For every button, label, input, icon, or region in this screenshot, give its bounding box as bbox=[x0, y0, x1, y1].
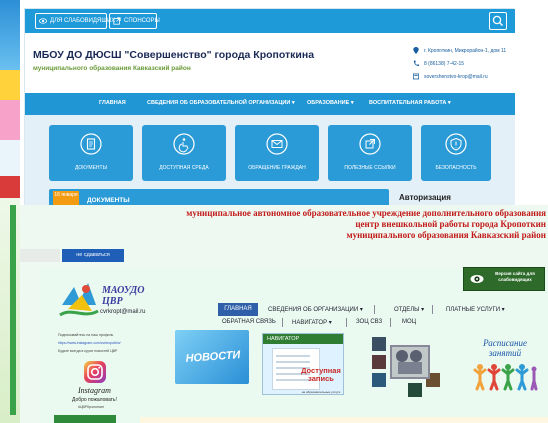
site-title: МБОУ ДО ДЮСШ "Совершенство" города Кропо… bbox=[33, 49, 315, 61]
eye-icon bbox=[39, 18, 47, 24]
hashtag-text: #ЦВРКропоткин bbox=[78, 405, 104, 409]
school-website-top: ДЛЯ СЛАБОВИДЯЩИХ СПОНСОРЫ МБОУ ДО ДЮСШ "… bbox=[24, 8, 515, 219]
email[interactable]: sovershenstvo-krop@mail.ru bbox=[413, 73, 488, 80]
instagram-icon[interactable] bbox=[84, 361, 106, 383]
top-strip bbox=[20, 249, 60, 262]
tile-label: ДОКУМЕНТЫ bbox=[74, 165, 107, 171]
tile-label: БЕЗОПАСНОСТЬ bbox=[435, 165, 477, 171]
menu-separator bbox=[346, 318, 347, 327]
instagram-link[interactable]: https://www.instagram.com/cvrkropotkin/ bbox=[58, 341, 121, 345]
navigator-accessible-enrollment: Доступная запись bbox=[301, 366, 341, 383]
phone-text: 8 (86138) 7-42-15 bbox=[424, 60, 465, 67]
heading-line-2: центр внешкольной работы города Кропотки… bbox=[355, 219, 546, 229]
low-vision-version-button[interactable]: Версия сайта для слабовидящих bbox=[463, 267, 545, 291]
instagram-label: Instagram bbox=[78, 386, 111, 395]
address: г. Кропоткин, Микрорайон-1, дом 11 bbox=[413, 47, 506, 54]
schedule-banner-image bbox=[473, 364, 538, 391]
organization-heading: муниципальное автономное образовательное… bbox=[20, 208, 548, 241]
phone: 8 (86138) 7-42-15 bbox=[413, 60, 464, 67]
menu-item-navigator[interactable]: НАВИГАТОР ▾ bbox=[292, 319, 332, 326]
nav-item-home[interactable]: ГЛАВНАЯ bbox=[99, 100, 126, 106]
main-navigation: ГЛАВНАЯ СВЕДЕНИЯ ОБ ОБРАЗОВАТЕЛЬНОЙ ОРГА… bbox=[25, 93, 515, 115]
mail-icon bbox=[266, 133, 288, 155]
navigator-banner-title: НАВИГАТОР bbox=[263, 334, 343, 344]
address-text: г. Кропоткин, Микрорайон-1, дом 11 bbox=[424, 47, 507, 54]
screenshot-collage: ДЛЯ СЛАБОВИДЯЩИХ СПОНСОРЫ МБОУ ДО ДЮСШ "… bbox=[0, 0, 548, 423]
low-vision-version-label: Версия сайта для слабовидящих bbox=[495, 271, 535, 282]
document-icon bbox=[80, 133, 102, 155]
bottom-banner-strip bbox=[140, 417, 548, 423]
mail-icon bbox=[413, 73, 419, 80]
navigator-caption: на образовательные услуги bbox=[301, 390, 341, 394]
menu-separator bbox=[282, 318, 283, 327]
left-decorative-strip bbox=[0, 0, 20, 423]
tile-safety[interactable]: БЕЗОПАСНОСТЬ bbox=[421, 125, 491, 181]
schedule-banner-title[interactable]: Расписание занятий bbox=[472, 338, 538, 358]
tile-documents[interactable]: ДОКУМЕНТЫ bbox=[49, 125, 133, 181]
heading-line-1: муниципальное автономное образовательное… bbox=[186, 208, 546, 218]
logo-title-line-1: МАОУДО bbox=[102, 285, 145, 296]
phone-icon bbox=[413, 60, 419, 67]
top-bar: ДЛЯ СЛАБОВИДЯЩИХ СПОНСОРЫ bbox=[25, 9, 515, 33]
menu-item-departments[interactable]: ОТДЕЛЫ ▾ bbox=[394, 306, 424, 313]
logo-title: МАОУДО ЦВР bbox=[102, 285, 144, 307]
low-vision-label: ДЛЯ СЛАБОВИДЯЩИХ bbox=[50, 18, 116, 24]
shield-icon bbox=[445, 133, 467, 155]
subscribe-text: Подписывайтесь на наш профиль bbox=[58, 333, 114, 337]
sidebar-green-button[interactable] bbox=[54, 415, 116, 423]
link-icon bbox=[359, 133, 381, 155]
menu-separator bbox=[390, 318, 391, 327]
tile-accessible-env[interactable]: ДОСТУПНАЯ СРЕДА bbox=[142, 125, 226, 181]
tile-label: ОБРАЩЕНИЕ ГРАЖДАН bbox=[248, 165, 306, 171]
instagram-glyph bbox=[87, 364, 103, 380]
tile-label: ДОСТУПНАЯ СРЕДА bbox=[159, 165, 209, 171]
menu-item-feedback[interactable]: ОБРАТНАЯ СВЯЗЬ bbox=[222, 319, 276, 325]
eye-icon bbox=[470, 275, 484, 283]
low-vision-button[interactable]: ДЛЯ СЛАБОВИДЯЩИХ bbox=[35, 13, 115, 29]
site-subtitle: муниципального образования Кавказский ра… bbox=[33, 65, 191, 72]
menu-item-home[interactable]: ГЛАВНАЯ bbox=[218, 303, 258, 316]
tile-citizen-appeals[interactable]: ОБРАЩЕНИЕ ГРАЖДАН bbox=[235, 125, 319, 181]
nav-item-upbringing[interactable]: ВОСПИТАТЕЛЬНАЯ РАБОТА ▾ bbox=[369, 100, 451, 106]
menu-separator bbox=[374, 305, 375, 314]
cvr-website-bottom: муниципальное автономное образовательное… bbox=[20, 205, 548, 423]
tile-useful-links[interactable]: ПОЛЕЗНЫЕ ССЫЛКИ bbox=[328, 125, 412, 181]
map-pin-icon bbox=[413, 47, 419, 54]
heading-line-3: муниципального образования Кавказский ра… bbox=[346, 230, 546, 240]
film-projector-image bbox=[390, 345, 430, 379]
accessibility-icon bbox=[173, 133, 195, 155]
tile-label: ПОЛЕЗНЫЕ ССЫЛКИ bbox=[344, 165, 396, 171]
menu-item-org-info[interactable]: СВЕДЕНИЯ ОБ ОРГАНИЗАЦИИ ▾ bbox=[268, 306, 363, 313]
menu-item-paid-services[interactable]: ПЛАТНЫЕ УСЛУГИ ▾ bbox=[446, 306, 505, 313]
sponsors-button[interactable]: СПОНСОРЫ bbox=[109, 13, 160, 29]
documents-heading: ДОКУМЕНТЫ bbox=[87, 197, 130, 204]
sponsors-label: СПОНСОРЫ bbox=[124, 18, 160, 24]
projector-icon bbox=[396, 350, 422, 374]
authorization-heading: Авторизация bbox=[399, 193, 451, 202]
search-button[interactable] bbox=[489, 12, 507, 30]
dont-give-up-button[interactable]: не сдаваться bbox=[62, 249, 124, 262]
nav-item-education[interactable]: ОБРАЗОВАНИЕ ▾ bbox=[307, 100, 354, 106]
site-header: МБОУ ДО ДЮСШ "Совершенство" города Кропо… bbox=[25, 33, 515, 93]
menu-separator bbox=[432, 305, 433, 314]
news-text: Будьте всегда в курсе новостей ЦВР bbox=[58, 349, 118, 353]
search-icon bbox=[492, 15, 503, 26]
menu-item-mots[interactable]: МОЦ bbox=[402, 319, 416, 325]
nav-item-org-info[interactable]: СВЕДЕНИЯ ОБ ОБРАЗОВАТЕЛЬНОЙ ОРГАНИЗАЦИИ … bbox=[147, 100, 295, 106]
menu-item-zots-svz[interactable]: ЗОЦ СВЗ bbox=[356, 319, 382, 325]
external-link-icon bbox=[113, 17, 121, 25]
email-text: sovershenstvo-krop@mail.ru bbox=[424, 73, 488, 80]
logo-email[interactable]: cvrkropt@mail.ru bbox=[100, 309, 145, 315]
logo-title-line-2: ЦВР bbox=[102, 296, 123, 307]
welcome-text: Добро пожаловать! bbox=[72, 397, 117, 403]
